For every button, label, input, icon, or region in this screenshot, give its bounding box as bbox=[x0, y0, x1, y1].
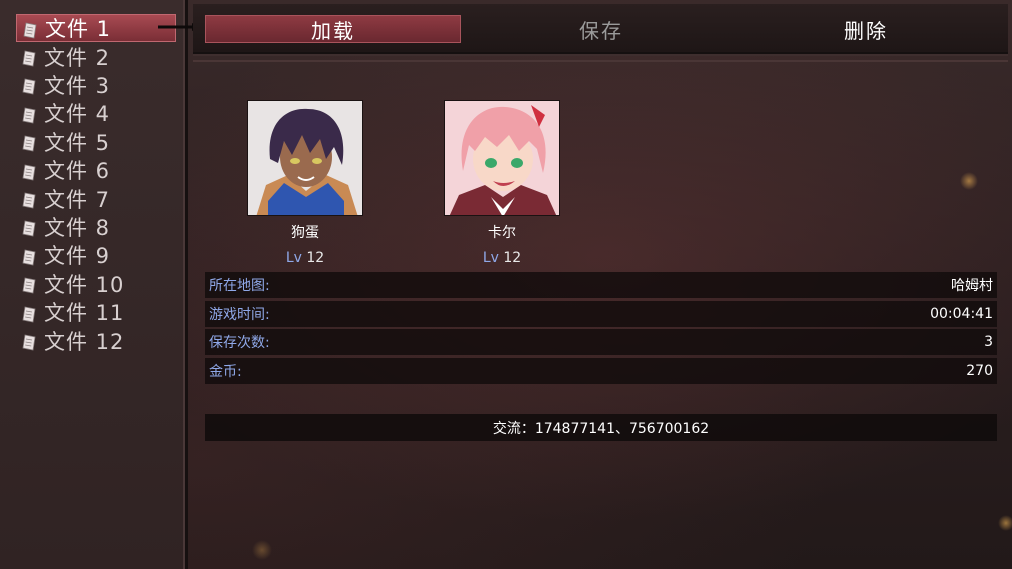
save-count-value: 3 bbox=[984, 334, 993, 350]
scroll-icon bbox=[22, 105, 38, 124]
file-slot-label: 文件 9 bbox=[44, 244, 111, 269]
scroll-icon bbox=[22, 162, 38, 181]
scroll-icon bbox=[22, 275, 38, 294]
file-slot-10[interactable]: 文件 10 bbox=[16, 270, 176, 298]
character-name: 卡尔 bbox=[488, 225, 516, 241]
scroll-icon bbox=[22, 48, 38, 67]
info-row-gold: 金币: 270 bbox=[205, 358, 997, 384]
file-slot-9[interactable]: 文件 9 bbox=[16, 241, 176, 269]
character-portrait bbox=[444, 100, 560, 216]
file-slot-label: 文件 10 bbox=[44, 272, 125, 297]
file-slot-5[interactable]: 文件 5 bbox=[16, 128, 176, 156]
character-level: Lv 12 bbox=[247, 250, 363, 266]
action-tabbar: 加载 保存 删除 bbox=[193, 4, 1008, 54]
map-value: 哈姆村 bbox=[951, 278, 993, 294]
file-slot-6[interactable]: 文件 6 bbox=[16, 156, 176, 184]
file-slot-12[interactable]: 文件 12 bbox=[16, 326, 176, 354]
file-slot-3[interactable]: 文件 3 bbox=[16, 71, 176, 99]
file-slot-label: 文件 12 bbox=[44, 329, 125, 354]
playtime-label: 游戏时间: bbox=[209, 307, 270, 323]
delete-button[interactable]: 删除 bbox=[738, 15, 994, 43]
file-slot-label: 文件 2 bbox=[44, 45, 111, 70]
file-slot-label: 文件 1 bbox=[45, 17, 112, 42]
gold-value: 270 bbox=[966, 363, 993, 379]
load-button[interactable]: 加载 bbox=[205, 15, 461, 43]
save-count-label: 保存次数: bbox=[209, 335, 270, 351]
level-label: Lv bbox=[482, 250, 499, 266]
file-slot-8[interactable]: 文件 8 bbox=[16, 213, 176, 241]
info-row-save-count: 保存次数: 3 bbox=[205, 329, 997, 355]
scroll-icon bbox=[22, 133, 38, 152]
file-slot-label: 文件 3 bbox=[44, 73, 111, 98]
save-detail-panel: 狗蛋 Lv 12 卡尔 Lv 12 所在地图: 哈姆村 游戏时间: 00:04:… bbox=[193, 60, 1008, 569]
map-label: 所在地图: bbox=[209, 278, 270, 294]
file-slot-label: 文件 11 bbox=[44, 301, 125, 326]
file-slot-label: 文件 8 bbox=[44, 215, 111, 240]
character-card: 卡尔 Lv 12 bbox=[444, 100, 560, 266]
playtime-value: 00:04:41 bbox=[930, 306, 993, 322]
file-slot-label: 文件 4 bbox=[44, 102, 111, 127]
file-slot-label: 文件 7 bbox=[44, 187, 111, 212]
level-label: Lv bbox=[285, 250, 302, 266]
contact-banner: 交流：174877141、756700162 bbox=[205, 414, 997, 441]
character-portrait bbox=[247, 100, 363, 216]
file-slot-2[interactable]: 文件 2 bbox=[16, 42, 176, 70]
scroll-icon bbox=[22, 218, 38, 237]
character-name: 狗蛋 bbox=[291, 225, 319, 241]
file-slot-4[interactable]: 文件 4 bbox=[16, 99, 176, 127]
character-card: 狗蛋 Lv 12 bbox=[247, 100, 363, 266]
level-value: 12 bbox=[306, 250, 325, 266]
level-value: 12 bbox=[503, 250, 522, 266]
save-button[interactable]: 保存 bbox=[473, 15, 729, 43]
scroll-icon bbox=[22, 304, 38, 323]
file-slot-list: 文件 1 文件 2 文件 3 文件 4 文件 5 文件 6 文件 7 文件 8 文件 9 文件 1… bbox=[16, 14, 176, 355]
character-level: Lv 12 bbox=[444, 250, 560, 266]
scroll-icon bbox=[22, 190, 38, 209]
scroll-icon bbox=[22, 76, 38, 95]
file-slot-7[interactable]: 文件 7 bbox=[16, 184, 176, 212]
gold-label: 金币: bbox=[209, 364, 242, 380]
file-slot-panel: 文件 1 文件 2 文件 3 文件 4 文件 5 文件 6 文件 7 文件 8 文件 9 文件 1… bbox=[0, 0, 188, 569]
scroll-icon bbox=[23, 20, 39, 39]
file-slot-label: 文件 5 bbox=[44, 130, 111, 155]
file-slot-label: 文件 6 bbox=[44, 159, 111, 184]
scroll-icon bbox=[22, 247, 38, 266]
info-row-map: 所在地图: 哈姆村 bbox=[205, 272, 997, 298]
file-slot-1[interactable]: 文件 1 bbox=[16, 14, 176, 43]
scroll-icon bbox=[22, 332, 38, 351]
info-row-playtime: 游戏时间: 00:04:41 bbox=[205, 301, 997, 327]
file-slot-11[interactable]: 文件 11 bbox=[16, 298, 176, 326]
contact-text: 交流：174877141、756700162 bbox=[492, 420, 710, 437]
